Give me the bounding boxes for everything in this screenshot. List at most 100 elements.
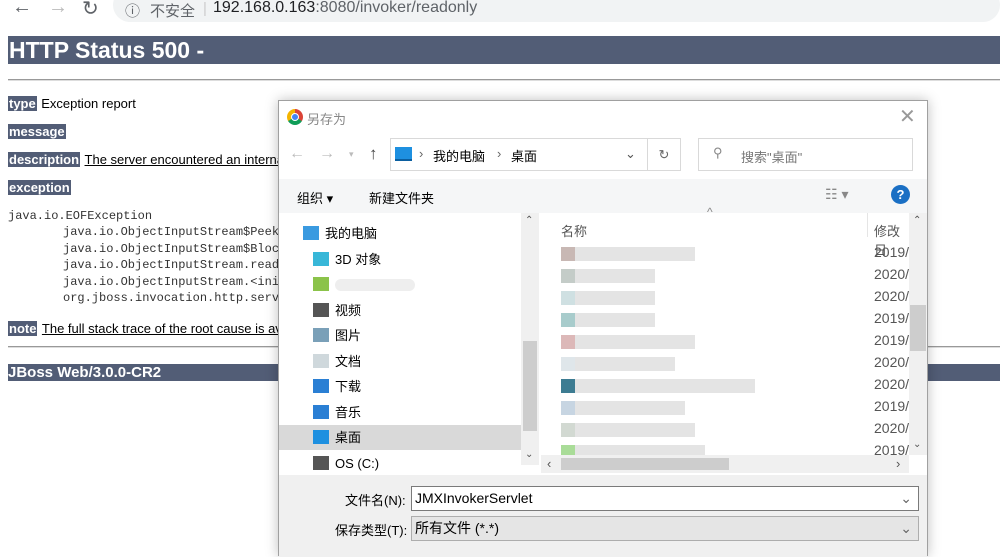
address-bar[interactable]: › 我的电脑 › 桌面 ⌄	[390, 138, 648, 171]
search-placeholder: 搜索"桌面"	[741, 150, 803, 165]
file-date: 2020/	[874, 376, 910, 392]
file-name-obscured	[575, 401, 685, 415]
navigation-pane: 我的电脑 3D 对象 视频 图片 文档 下载 音乐 桌面 OS (C:)	[279, 213, 539, 471]
file-icon	[561, 291, 575, 305]
nav-item-documents[interactable]: 文档	[279, 349, 521, 374]
file-row[interactable]: 2020/	[541, 353, 909, 375]
pictures-icon	[313, 328, 329, 342]
back-button[interactable]: ←	[289, 145, 305, 163]
close-button[interactable]: ✕	[899, 104, 916, 129]
video-icon	[313, 302, 329, 317]
view-options-icon[interactable]: ☷ ▾	[825, 186, 848, 203]
divider	[8, 79, 1000, 81]
dialog-title: 另存为	[307, 112, 347, 127]
file-date: 2019/	[874, 244, 910, 260]
file-icon	[561, 269, 575, 283]
nav-item-label	[335, 279, 415, 291]
recent-dropdown[interactable]: ▾	[349, 149, 354, 160]
chevron-down-icon[interactable]: ⌄	[625, 146, 636, 162]
file-row[interactable]: 2020/	[541, 265, 909, 287]
file-date: 2020/	[874, 420, 910, 436]
chevron-right-icon: ›	[497, 146, 502, 161]
nav-scrollbar[interactable]: ⌃ ⌄	[521, 213, 539, 465]
nav-item-video[interactable]: 视频	[279, 298, 521, 323]
file-list: 名称 ^ 修改日 2019/2020/2020/2019/2019/2020/2…	[541, 205, 909, 459]
nav-item-network[interactable]	[279, 272, 521, 297]
file-row[interactable]: 2019/	[541, 309, 909, 331]
file-row[interactable]: 2019/	[541, 397, 909, 419]
file-date: 2019/	[874, 332, 910, 348]
file-name-obscured	[575, 357, 675, 371]
file-row[interactable]: 2020/	[541, 375, 909, 397]
nav-item-label: 视频	[335, 302, 362, 318]
nav-item-label: 图片	[335, 328, 362, 343]
file-list-hscrollbar[interactable]: ‹ ›	[541, 455, 909, 473]
nav-item-label: 我的电脑	[325, 226, 378, 241]
nav-item-desktop[interactable]: 桌面	[279, 425, 521, 450]
reload-button[interactable]: ↻	[82, 0, 99, 21]
file-row[interactable]: 2019/	[541, 331, 909, 353]
filetype-value: 所有文件 (*.*)	[415, 520, 499, 536]
file-name-obscured	[575, 313, 655, 327]
nav-item-label: 桌面	[335, 430, 362, 445]
nav-item-download[interactable]: 下载	[279, 374, 521, 399]
file-icon	[561, 357, 575, 371]
save-as-dialog: 另存为 ✕ ← → ▾ ↑ › 我的电脑 › 桌面 ⌄ ↻ ⚲ 搜索"桌面" 组…	[278, 100, 928, 557]
url-host: 192.168.0.163	[213, 0, 316, 16]
nav-item-computer[interactable]: 我的电脑	[279, 221, 521, 246]
file-row[interactable]: 2020/	[541, 287, 909, 309]
filename-input[interactable]: JMXInvokerServlet ⌄	[411, 486, 919, 511]
nav-item-drive[interactable]: OS (C:)	[279, 451, 521, 476]
file-date: 2020/	[874, 354, 910, 370]
file-name-obscured	[575, 247, 695, 261]
music-icon	[313, 404, 329, 419]
filename-value: JMXInvokerServlet	[415, 490, 533, 506]
nav-item-music[interactable]: 音乐	[279, 400, 521, 425]
url-separator: |	[203, 0, 207, 17]
file-icon	[561, 379, 575, 393]
page-title: HTTP Status 500 -	[8, 36, 1000, 64]
file-list-vscrollbar[interactable]: ⌃ ⌄	[909, 213, 927, 455]
file-date: 2020/	[874, 266, 910, 282]
info-icon[interactable]: ⓘ	[125, 0, 140, 21]
stack-line: java.io.ObjectInputStream.<init	[63, 274, 287, 289]
insecure-label[interactable]: 不安全	[150, 0, 195, 21]
back-button[interactable]: ←	[12, 0, 32, 19]
file-name-obscured	[575, 269, 655, 283]
computer-icon	[303, 226, 319, 240]
file-date: 2019/	[874, 398, 910, 414]
stack-line: java.io.EOFException	[8, 209, 153, 223]
drive-icon	[313, 455, 329, 470]
documents-icon	[313, 353, 329, 368]
file-row[interactable]: 2020/	[541, 419, 909, 441]
type-label: type	[8, 96, 37, 111]
breadcrumb-desktop[interactable]: 桌面	[511, 146, 537, 165]
chevron-right-icon: ›	[419, 146, 424, 161]
dialog-toolbar: 组织 ▾ 新建文件夹 ☷ ▾ ?	[279, 179, 927, 213]
chevron-down-icon[interactable]: ⌄	[900, 517, 912, 540]
search-input[interactable]: ⚲ 搜索"桌面"	[698, 138, 913, 171]
chevron-down-icon[interactable]: ⌄	[900, 487, 912, 510]
filetype-select[interactable]: 所有文件 (*.*) ⌄	[411, 516, 919, 541]
search-icon: ⚲	[713, 145, 723, 160]
file-name-obscured	[575, 379, 755, 393]
url-text[interactable]: 192.168.0.163:8080/invoker/readonly	[213, 0, 477, 17]
organize-button[interactable]: 组织 ▾	[297, 188, 333, 207]
column-header-name[interactable]: 名称	[561, 221, 587, 240]
chrome-icon	[287, 109, 303, 125]
refresh-button[interactable]: ↻	[648, 138, 681, 171]
file-date: 2020/	[874, 288, 910, 304]
up-button[interactable]: ↑	[369, 144, 378, 164]
file-icon	[561, 401, 575, 415]
file-row[interactable]: 2019/	[541, 243, 909, 265]
breadcrumb-computer[interactable]: 我的电脑	[433, 146, 485, 165]
help-icon[interactable]: ?	[891, 185, 910, 204]
forward-button[interactable]: →	[319, 145, 335, 163]
forward-button[interactable]: →	[48, 0, 68, 19]
nav-item-3d-objects[interactable]: 3D 对象	[279, 247, 521, 272]
file-icon	[561, 335, 575, 349]
stack-line: org.jboss.invocation.http.servl	[63, 291, 287, 306]
new-folder-button[interactable]: 新建文件夹	[369, 188, 434, 207]
nav-item-pictures[interactable]: 图片	[279, 323, 521, 348]
3d-objects-icon	[313, 251, 329, 266]
